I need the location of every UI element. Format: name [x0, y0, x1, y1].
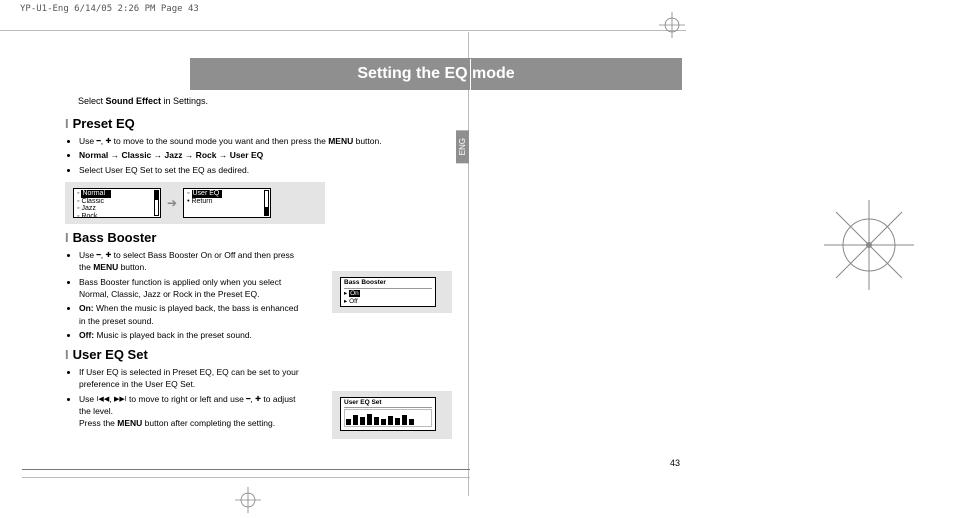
preset-bullet-1: Use ━, ✚ to move to the sound mode you w… — [79, 135, 395, 147]
preset-eq-screens: ◦ Normal ◦ Classic ◦ Jazz ◦ Rock ➔ ◦ Use… — [65, 182, 325, 224]
heading-user-eq: IUser EQ Set — [65, 347, 470, 362]
title-separator — [470, 59, 471, 91]
content-area: Select Sound Effect in Settings. IPreset… — [0, 96, 470, 436]
prev-icon: I◀◀ — [96, 396, 109, 403]
arrow-right-icon: ➔ — [167, 196, 177, 210]
lcd-preset-1: ◦ Normal ◦ Classic ◦ Jazz ◦ Rock — [73, 188, 161, 218]
next-icon: ▶▶I — [114, 396, 127, 403]
top-rule — [0, 30, 686, 31]
page-title-bar: Setting the EQ mode — [190, 58, 682, 90]
user-eq-screen: User EQ Set — [332, 391, 452, 439]
intro-text: Select Sound Effect in Settings. — [78, 96, 470, 106]
footer-rule-thick — [22, 469, 470, 470]
usereq-bullet-2: Use I◀◀, ▶▶I to move to right or left an… — [79, 393, 305, 430]
preset-bullet-3: Select User EQ Set to set the EQ as dedi… — [79, 164, 395, 176]
crop-mark-top — [658, 12, 686, 43]
heading-bass-booster: IBass Booster — [65, 230, 470, 245]
preset-bullet-2: Normal → Classic → Jazz → Rock → User EQ — [79, 149, 395, 161]
print-slug: YP-U1-Eng 6/14/05 2:26 PM Page 43 — [20, 4, 199, 14]
minus-icon: ━ — [96, 252, 100, 259]
lcd-user-eq: User EQ Set — [340, 397, 436, 431]
lcd-bass-booster: Bass Booster ▸ On ▸ Off — [340, 277, 436, 307]
bass-booster-screen: Bass Booster ▸ On ▸ Off — [332, 271, 452, 313]
eq-bars-icon — [344, 409, 432, 427]
minus-icon: ━ — [246, 396, 250, 403]
bass-bullet-2: Bass Booster function is applied only wh… — [79, 276, 305, 301]
bass-bullet-1: Use ━, ✚ to select Bass Booster On or Of… — [79, 249, 305, 274]
section-preset-eq: IPreset EQ Use ━, ✚ to move to the sound… — [65, 116, 470, 176]
page-title: Setting the EQ mode — [357, 65, 514, 82]
registration-mark — [824, 200, 914, 290]
minus-icon: ━ — [96, 138, 100, 145]
heading-preset-eq: IPreset EQ — [65, 116, 470, 131]
page-number: 43 — [670, 458, 680, 468]
lcd-preset-2: ◦ User EQ • Return — [183, 188, 271, 218]
usereq-bullet-1: If User EQ is selected in Preset EQ, EQ … — [79, 366, 305, 391]
bass-bullet-4: Off: Music is played back in the preset … — [79, 329, 305, 341]
bass-bullet-3: On: When the music is played back, the b… — [79, 302, 305, 327]
crop-mark-bottom — [235, 487, 261, 518]
footer-rule-thin — [22, 477, 470, 478]
plus-icon: ✚ — [255, 396, 261, 403]
